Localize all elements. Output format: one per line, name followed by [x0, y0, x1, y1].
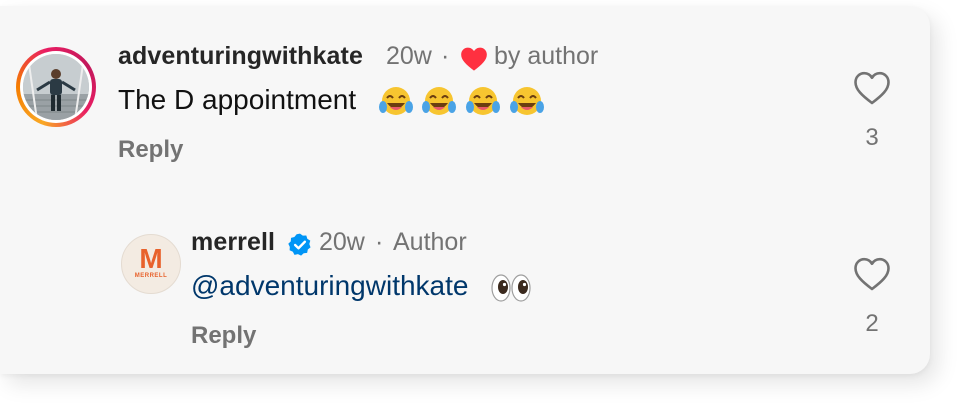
- reply-username[interactable]: merrell: [191, 228, 275, 257]
- meta-separator: ·: [375, 228, 384, 256]
- comment-thread-card: adventuringwithkate 20w · by author The …: [0, 6, 930, 374]
- mention-link[interactable]: @adventuringwithkate: [191, 270, 468, 301]
- commenter-avatar-story-ring[interactable]: [16, 47, 96, 127]
- meta-separator: ·: [441, 42, 450, 70]
- like-count: 2: [865, 310, 879, 337]
- verified-badge-icon: [288, 233, 311, 256]
- reply-button[interactable]: Reply: [191, 322, 256, 350]
- reply-timestamp: 20w: [319, 228, 365, 256]
- liked-by-author-label: by author: [494, 42, 599, 70]
- avatar-logo-wordmark: MERRELL: [134, 273, 168, 279]
- comment-text: The D appointment: [118, 84, 545, 119]
- face-with-tears-of-joy-icon: [466, 86, 501, 115]
- avatar-photo-image: [23, 54, 89, 120]
- author-label: Author: [393, 228, 467, 256]
- eyes-icon: [491, 274, 531, 302]
- like-count: 3: [865, 124, 879, 151]
- comment-body: The D appointment: [118, 84, 357, 115]
- face-with-tears-of-joy-icon: [378, 86, 413, 115]
- reply-text: @adventuringwithkate: [191, 270, 532, 304]
- avatar-logo-letter: M: [139, 243, 163, 274]
- reply-button[interactable]: Reply: [118, 136, 183, 164]
- comment-timestamp: 20w: [386, 42, 432, 70]
- heart-filled-icon: [461, 47, 487, 71]
- merrell-avatar[interactable]: M MERRELL: [121, 234, 181, 294]
- commenter-avatar: [23, 54, 89, 120]
- heart-outline-icon[interactable]: [852, 256, 892, 292]
- commenter-username[interactable]: adventuringwithkate: [118, 42, 363, 71]
- heart-outline-icon[interactable]: [852, 70, 892, 106]
- face-with-tears-of-joy-icon: [510, 86, 545, 115]
- face-with-tears-of-joy-icon: [422, 86, 457, 115]
